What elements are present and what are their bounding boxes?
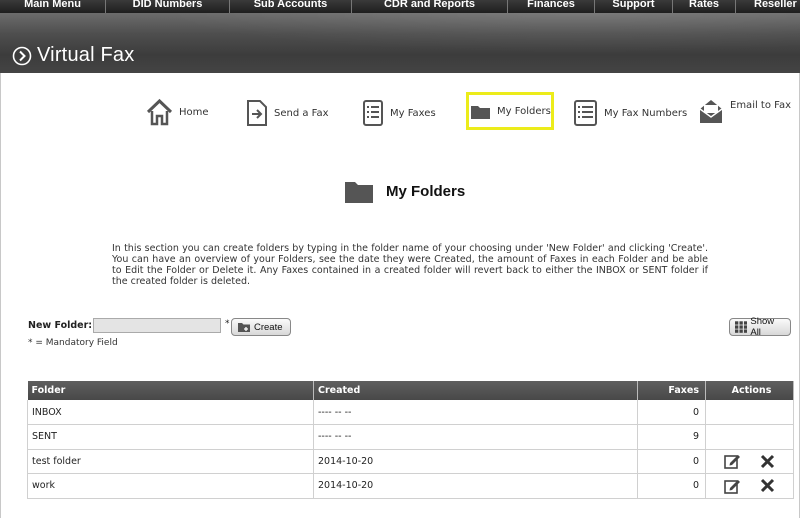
top-menu: Main Menu DID Numbers Sub Accounts CDR a… <box>0 0 800 13</box>
column-header-created[interactable]: Created <box>313 381 638 400</box>
list-document-icon <box>574 100 597 126</box>
folders-table: Folder Created Faxes Actions INBOX ---- … <box>27 381 794 499</box>
edit-icon[interactable] <box>724 453 741 470</box>
new-folder-input[interactable] <box>93 318 221 333</box>
folder-name[interactable]: work <box>27 473 314 499</box>
folder-actions <box>705 424 794 450</box>
subnav-send-fax[interactable]: Send a Fax <box>246 99 329 127</box>
menu-did-numbers[interactable]: DID Numbers <box>106 0 230 13</box>
folder-name[interactable]: SENT <box>27 424 314 450</box>
folder-name[interactable]: INBOX <box>27 400 314 425</box>
edit-icon[interactable] <box>724 478 741 494</box>
column-header-faxes[interactable]: Faxes <box>637 381 706 400</box>
delete-icon[interactable] <box>760 478 775 493</box>
folder-actions <box>705 473 794 499</box>
menu-rates[interactable]: Rates <box>673 0 736 13</box>
subnav-my-faxes[interactable]: My Faxes <box>362 99 436 127</box>
send-fax-icon <box>247 100 267 126</box>
header-banner: Virtual Fax <box>0 13 800 73</box>
folder-fax-count: 0 <box>637 400 706 425</box>
app-title: Virtual Fax <box>37 44 135 66</box>
table-header-row: Folder Created Faxes Actions <box>27 381 794 400</box>
create-button[interactable]: Create <box>231 318 291 336</box>
new-folder-icon <box>238 323 250 332</box>
folder-fax-count: 0 <box>637 473 706 499</box>
menu-main-menu[interactable]: Main Menu <box>0 0 106 13</box>
menu-finances[interactable]: Finances <box>508 0 595 13</box>
folder-created: 2014-10-20 <box>313 449 638 474</box>
column-header-folder[interactable]: Folder <box>27 381 314 400</box>
folder-fax-count: 0 <box>637 449 706 474</box>
folder-name[interactable]: test folder <box>27 449 314 474</box>
new-folder-label: New Folder: <box>28 320 93 331</box>
folder-actions <box>705 449 794 474</box>
folder-created: ---- -- -- <box>313 424 638 450</box>
subnav-my-folders[interactable]: My Folders <box>470 103 551 120</box>
table-row: SENT ---- -- -- 9 <box>27 424 794 450</box>
folder-icon <box>471 106 490 119</box>
grid-icon <box>735 321 748 333</box>
table-row: work 2014-10-20 0 <box>27 473 794 499</box>
column-header-actions: Actions <box>705 381 794 400</box>
chevron-circle-icon <box>12 46 32 65</box>
delete-icon[interactable] <box>760 454 775 469</box>
required-marker: * <box>225 319 230 329</box>
table-row: test folder 2014-10-20 0 <box>27 449 794 474</box>
list-document-icon <box>363 100 383 126</box>
menu-cdr-reports[interactable]: CDR and Reports <box>352 0 508 13</box>
page-description: In this section you can create folders b… <box>112 243 708 287</box>
frame-border-left <box>0 73 1 518</box>
menu-reseller[interactable]: Reseller <box>736 0 800 13</box>
mandatory-note: * = Mandatory Field <box>28 338 118 348</box>
table-row: INBOX ---- -- -- 0 <box>27 400 794 425</box>
menu-sub-accounts[interactable]: Sub Accounts <box>230 0 352 13</box>
page-title: My Folders <box>386 182 466 200</box>
folder-icon <box>345 182 373 203</box>
subnav-my-fax-numbers[interactable]: My Fax Numbers <box>573 99 687 127</box>
home-icon <box>146 98 173 126</box>
envelope-icon <box>699 100 723 123</box>
subnav-home[interactable]: Home <box>146 98 209 126</box>
folder-created: 2014-10-20 <box>313 473 638 499</box>
folder-actions <box>705 400 794 425</box>
menu-support[interactable]: Support <box>595 0 673 13</box>
folder-fax-count: 9 <box>637 424 706 450</box>
show-all-button[interactable]: Show All <box>729 316 791 338</box>
folder-created: ---- -- -- <box>313 400 638 425</box>
subnav-email-to-fax[interactable]: Email to Fax <box>698 97 791 125</box>
page-heading: My Folders <box>344 178 465 204</box>
